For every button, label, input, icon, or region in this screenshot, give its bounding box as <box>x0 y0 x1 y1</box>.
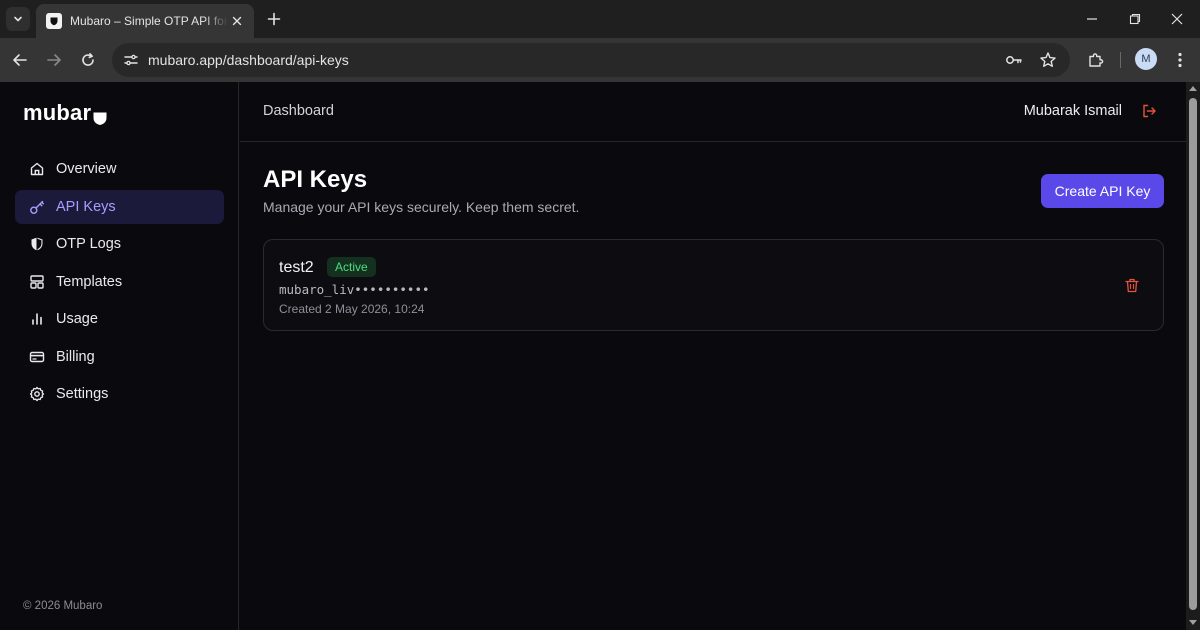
extensions-button[interactable] <box>1084 48 1108 72</box>
toolbar-divider <box>1120 52 1121 68</box>
restore-icon <box>1129 13 1141 25</box>
forward-button[interactable] <box>42 48 66 72</box>
sidebar-item-otp-logs[interactable]: OTP Logs <box>15 227 224 261</box>
sidebar-nav: Overview API Keys OTP Logs Templates Usa… <box>15 152 224 415</box>
site-info-icon[interactable] <box>120 49 142 71</box>
logo-shield-icon <box>92 106 108 125</box>
close-window-button[interactable] <box>1167 9 1187 29</box>
scroll-down-arrow-icon[interactable] <box>1189 620 1197 625</box>
browser-tab[interactable]: Mubaro – Simple OTP API for Developers <box>36 4 254 38</box>
tab-title: Mubaro – Simple OTP API for Developers <box>70 14 228 28</box>
create-api-key-button[interactable]: Create API Key <box>1041 174 1164 208</box>
shield-icon <box>29 236 45 252</box>
url-text[interactable]: mubaro.app/dashboard/api-keys <box>148 52 1002 68</box>
sidebar-item-label: Templates <box>56 273 123 290</box>
masked-api-key: mubaro_liv•••••••••• <box>279 282 430 297</box>
sidebar-item-billing[interactable]: Billing <box>15 340 224 374</box>
scroll-up-arrow-icon[interactable] <box>1189 86 1197 91</box>
logout-icon <box>1141 103 1157 119</box>
reload-icon <box>80 52 96 68</box>
bar-chart-icon <box>29 311 45 327</box>
password-key-icon[interactable] <box>1002 48 1026 72</box>
chevron-down-icon <box>12 13 24 25</box>
profile-avatar[interactable]: M <box>1135 48 1157 70</box>
api-key-created-date: Created 2 May 2026, 10:24 <box>279 302 425 316</box>
trash-icon <box>1125 278 1139 293</box>
sidebar-item-label: Usage <box>56 311 98 327</box>
sidebar-item-templates[interactable]: Templates <box>15 265 224 299</box>
tab-close-icon[interactable] <box>228 12 246 30</box>
delete-key-button[interactable] <box>1123 276 1141 294</box>
bookmark-star-icon[interactable] <box>1036 48 1060 72</box>
restore-button[interactable] <box>1125 9 1145 29</box>
sidebar-item-api-keys[interactable]: API Keys <box>15 189 224 224</box>
logo[interactable]: mubar <box>23 100 108 126</box>
browser-tab-bar: Mubaro – Simple OTP API for Developers <box>0 0 1200 38</box>
back-button[interactable] <box>8 48 32 72</box>
layout-icon <box>29 274 45 290</box>
close-icon <box>1171 13 1183 25</box>
more-vertical-icon <box>1178 52 1182 68</box>
copyright-text: © 2026 Mubaro <box>23 600 103 612</box>
home-icon <box>29 161 45 177</box>
favicon-icon <box>46 13 62 29</box>
reload-button[interactable] <box>76 48 100 72</box>
logout-button[interactable] <box>1140 102 1158 120</box>
sidebar-item-overview[interactable]: Overview <box>15 152 224 186</box>
logo-text: mubar <box>23 100 92 125</box>
browser-toolbar: mubaro.app/dashboard/api-keys M <box>0 38 1200 82</box>
arrow-left-icon <box>12 52 28 68</box>
app-viewport: mubar Overview API Keys OTP Logs Templat… <box>0 82 1186 630</box>
sidebar-item-label: Overview <box>56 161 117 177</box>
gear-icon <box>29 386 45 402</box>
api-key-card: test2 Active mubaro_liv•••••••••• Create… <box>263 239 1164 331</box>
page-title: API Keys <box>263 166 368 193</box>
sidebar-item-label: API Keys <box>56 198 116 215</box>
api-key-name: test2 <box>279 259 314 276</box>
sidebar-item-label: Settings <box>56 386 109 402</box>
puzzle-icon <box>1087 51 1105 69</box>
sidebar-item-settings[interactable]: Settings <box>15 377 224 411</box>
sidebar: mubar Overview API Keys OTP Logs Templat… <box>0 82 239 630</box>
new-tab-button[interactable] <box>264 9 284 29</box>
scrollbar-thumb[interactable] <box>1189 98 1197 610</box>
address-bar[interactable]: mubaro.app/dashboard/api-keys <box>112 43 1070 77</box>
main-content: Dashboard Mubarak Ismail API Keys Manage… <box>240 82 1186 630</box>
sidebar-item-label: OTP Logs <box>56 236 122 252</box>
page-scrollbar[interactable] <box>1186 82 1200 630</box>
minimize-button[interactable] <box>1082 9 1102 29</box>
user-name: Mubarak Ismail <box>1023 103 1122 119</box>
page-subtitle: Manage your API keys securely. Keep them… <box>263 199 580 215</box>
sidebar-item-usage[interactable]: Usage <box>15 302 224 336</box>
arrow-right-icon <box>46 52 62 68</box>
plus-icon <box>267 12 281 26</box>
status-badge: Active <box>327 257 376 277</box>
sidebar-item-label: Billing <box>56 348 95 365</box>
key-icon <box>29 199 45 215</box>
tab-search-button[interactable] <box>6 7 30 31</box>
top-header: Dashboard Mubarak Ismail <box>240 82 1186 142</box>
minimize-icon <box>1086 13 1098 25</box>
browser-menu-button[interactable] <box>1168 48 1192 72</box>
breadcrumb[interactable]: Dashboard <box>263 103 334 119</box>
credit-card-icon <box>29 349 45 365</box>
